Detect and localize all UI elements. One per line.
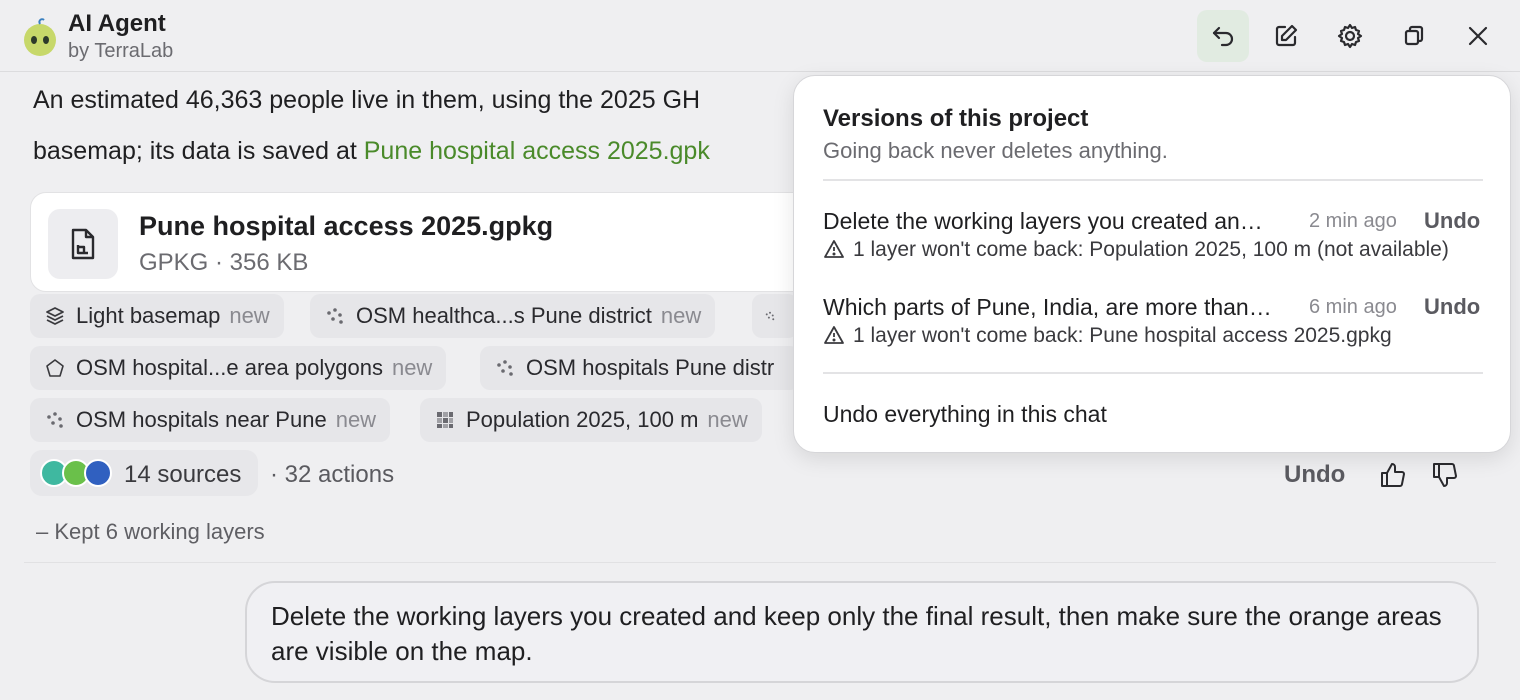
points-icon — [327, 308, 343, 324]
copy-window-icon — [1404, 25, 1424, 46]
chip-label: OSM healthca...s Pune district — [356, 303, 652, 328]
version-time: 2 min ago — [1309, 210, 1397, 232]
edit-icon — [1275, 24, 1298, 47]
version-warning-text: 1 layer won't come back: Population 2025… — [853, 238, 1449, 261]
message-line-1: An estimated 46,363 people live in them,… — [33, 86, 701, 114]
user-message-bubble: Delete the working layers you created an… — [245, 581, 1479, 683]
divider — [823, 372, 1483, 374]
chip-new-tag: new — [660, 303, 702, 328]
points-icon — [765, 311, 775, 321]
sources-count: 14 sources — [124, 461, 242, 488]
chip-new-tag: new — [229, 303, 270, 328]
source-stack-icon — [84, 459, 112, 487]
layer-chip[interactable]: OSM healthca...s Pune district new — [310, 294, 716, 338]
versions-popover: Versions of this project Going back neve… — [793, 75, 1511, 453]
popout-button[interactable] — [1388, 10, 1440, 62]
file-meta: GPKG · 356 KB — [139, 249, 309, 276]
chip-new-tag: new — [335, 407, 377, 432]
file-icon — [48, 209, 118, 279]
raster-icon — [437, 412, 453, 428]
chip-new-tag: new — [707, 407, 748, 432]
undo-message-button[interactable]: Undo — [1284, 461, 1345, 489]
version-title: Which parts of Pune, India, are more tha… — [823, 294, 1273, 320]
chip-label: Population 2025, 100 m — [466, 407, 699, 432]
gear-icon — [1337, 23, 1363, 49]
thumbs-up-icon[interactable] — [1378, 460, 1408, 490]
version-time: 6 min ago — [1309, 296, 1397, 318]
layer-chip[interactable]: OSM hospital...e area polygons new — [30, 346, 447, 390]
app-subtitle: by TerraLab — [68, 40, 174, 62]
header: AI Agent by TerraLab — [0, 0, 1520, 72]
version-warning: 1 layer won't come back: Pune hospital a… — [823, 324, 1463, 348]
layers-icon — [46, 307, 64, 325]
thumbs-down-icon[interactable] — [1430, 460, 1460, 490]
layer-chip[interactable] — [752, 294, 798, 338]
points-icon — [47, 412, 63, 428]
message-line-2: basemap; its data is saved at Pune hospi… — [33, 137, 710, 166]
layer-chip[interactable]: OSM hospitals Pune distr — [480, 346, 800, 390]
message-text: basemap; its data is saved at — [33, 137, 364, 165]
version-title: Delete the working layers you created an… — [823, 208, 1273, 234]
kept-layers-toggle[interactable]: – Kept 6 working layers — [36, 519, 265, 545]
layer-chip[interactable]: Light basemap new — [30, 294, 284, 338]
versions-title: Versions of this project — [823, 105, 1089, 132]
chip-label: OSM hospital...e area polygons — [76, 355, 383, 380]
undo-all-button[interactable]: Undo everything in this chat — [823, 401, 1107, 428]
version-warning-text: 1 layer won't come back: Pune hospital a… — [853, 324, 1392, 347]
edit-button[interactable] — [1260, 10, 1312, 62]
chip-new-tag: new — [391, 355, 433, 380]
version-undo-button[interactable]: Undo — [1424, 294, 1480, 320]
versions-subtitle: Going back never deletes anything. — [823, 138, 1168, 163]
file-card[interactable]: Pune hospital access 2025.gpkg GPKG · 35… — [30, 192, 830, 292]
version-undo-button[interactable]: Undo — [1424, 208, 1480, 234]
divider — [823, 179, 1483, 181]
points-icon — [497, 360, 513, 376]
chip-label: Light basemap — [76, 303, 221, 328]
close-button[interactable] — [1452, 10, 1504, 62]
warning-icon — [824, 326, 844, 344]
version-warning: 1 layer won't come back: Population 2025… — [823, 238, 1463, 262]
app-logo-icon — [24, 18, 56, 56]
layer-chip[interactable]: OSM hospitals near Pune new — [30, 398, 391, 442]
chip-label: OSM hospitals near Pune — [76, 407, 327, 432]
polygon-icon — [46, 359, 64, 377]
sources-button[interactable]: 14 sources — [30, 450, 258, 496]
actions-count: · 32 actions — [270, 461, 395, 488]
undo-button[interactable] — [1197, 10, 1249, 62]
close-icon — [1468, 26, 1488, 46]
app-title: AI Agent — [68, 10, 166, 37]
settings-button[interactable] — [1324, 10, 1376, 62]
layer-chip[interactable]: Population 2025, 100 m new — [420, 398, 762, 442]
chip-label: OSM hospitals Pune distr — [526, 355, 775, 380]
divider — [24, 562, 1496, 563]
file-link[interactable]: Pune hospital access 2025.gpk — [364, 137, 710, 165]
warning-icon — [824, 240, 844, 258]
undo-icon — [1212, 26, 1234, 47]
file-name: Pune hospital access 2025.gpkg — [139, 211, 554, 241]
